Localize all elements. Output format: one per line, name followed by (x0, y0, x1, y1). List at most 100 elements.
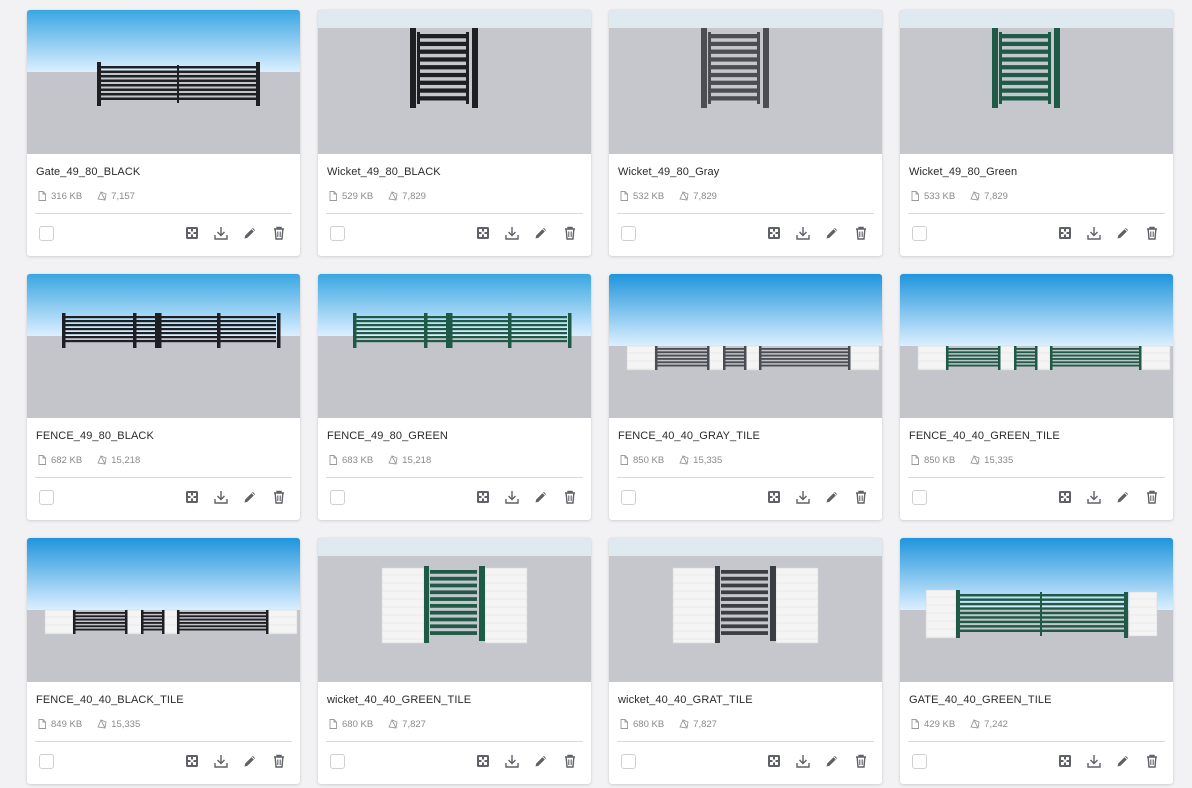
edit-pencil-icon[interactable] (241, 488, 259, 506)
select-checkbox[interactable] (39, 754, 54, 769)
card-divider (35, 741, 292, 742)
edit-pencil-icon[interactable] (823, 488, 841, 506)
model-thumbnail[interactable] (609, 274, 882, 418)
edit-pencil-icon[interactable] (241, 752, 259, 770)
model-meta: 680 KB 7,827 (618, 718, 731, 730)
select-checkbox[interactable] (330, 226, 345, 241)
trash-icon[interactable] (852, 752, 870, 770)
download-icon[interactable] (1085, 752, 1103, 770)
download-icon[interactable] (794, 224, 812, 242)
select-checkbox[interactable] (621, 226, 636, 241)
model-preview-image (27, 538, 300, 682)
model-thumbnail[interactable] (900, 10, 1173, 154)
edit-pencil-icon[interactable] (241, 224, 259, 242)
model-card[interactable]: wicket_40_40_GRAT_TILE 680 KB 7,827 (609, 538, 882, 784)
edit-pencil-icon[interactable] (532, 224, 550, 242)
file-icon (36, 454, 48, 466)
polygon-count-icon (678, 190, 690, 202)
card-divider (326, 213, 583, 214)
ar-view-icon[interactable] (765, 752, 783, 770)
download-icon[interactable] (503, 752, 521, 770)
select-checkbox[interactable] (912, 754, 927, 769)
model-meta: 532 KB 7,829 (618, 190, 731, 202)
model-thumbnail[interactable] (609, 538, 882, 682)
model-card[interactable]: FENCE_40_40_BLACK_TILE 849 KB 15,335 (27, 538, 300, 784)
ar-view-icon[interactable] (765, 488, 783, 506)
trash-icon[interactable] (852, 224, 870, 242)
trash-icon[interactable] (270, 488, 288, 506)
ar-view-icon[interactable] (1056, 488, 1074, 506)
model-thumbnail[interactable] (27, 538, 300, 682)
select-checkbox[interactable] (912, 490, 927, 505)
select-checkbox[interactable] (330, 754, 345, 769)
edit-pencil-icon[interactable] (1114, 224, 1132, 242)
polygon-count-icon (969, 718, 981, 730)
card-actions (1056, 752, 1161, 770)
trash-icon[interactable] (1143, 752, 1161, 770)
model-card[interactable]: FENCE_49_80_GREEN 683 KB 15,218 (318, 274, 591, 520)
trash-icon[interactable] (270, 224, 288, 242)
edit-pencil-icon[interactable] (1114, 488, 1132, 506)
ar-view-icon[interactable] (765, 224, 783, 242)
trash-icon[interactable] (561, 488, 579, 506)
download-icon[interactable] (1085, 488, 1103, 506)
edit-pencil-icon[interactable] (532, 488, 550, 506)
polygon-count: 7,157 (111, 190, 135, 202)
model-preview-image (27, 274, 300, 418)
model-thumbnail[interactable] (609, 10, 882, 154)
edit-pencil-icon[interactable] (823, 224, 841, 242)
card-divider (326, 741, 583, 742)
model-thumbnail[interactable] (318, 538, 591, 682)
select-checkbox[interactable] (621, 754, 636, 769)
ar-view-icon[interactable] (183, 752, 201, 770)
download-icon[interactable] (794, 488, 812, 506)
model-card[interactable]: FENCE_40_40_GRAY_TILE 850 KB 15,335 (609, 274, 882, 520)
trash-icon[interactable] (852, 488, 870, 506)
select-checkbox[interactable] (330, 490, 345, 505)
select-checkbox[interactable] (912, 226, 927, 241)
ar-view-icon[interactable] (183, 224, 201, 242)
model-thumbnail[interactable] (27, 10, 300, 154)
download-icon[interactable] (503, 488, 521, 506)
file-size: 429 KB (924, 718, 956, 730)
model-card[interactable]: Gate_49_80_BLACK 316 KB 7,157 (27, 10, 300, 256)
trash-icon[interactable] (561, 224, 579, 242)
card-actions (1056, 224, 1161, 242)
download-icon[interactable] (212, 752, 230, 770)
edit-pencil-icon[interactable] (823, 752, 841, 770)
download-icon[interactable] (1085, 224, 1103, 242)
download-icon[interactable] (503, 224, 521, 242)
download-icon[interactable] (212, 488, 230, 506)
ar-view-icon[interactable] (474, 488, 492, 506)
edit-pencil-icon[interactable] (532, 752, 550, 770)
model-card[interactable]: Wicket_49_80_Gray 532 KB 7,829 (609, 10, 882, 256)
trash-icon[interactable] (270, 752, 288, 770)
model-card[interactable]: Wicket_49_80_BLACK 529 KB 7,829 (318, 10, 591, 256)
edit-pencil-icon[interactable] (1114, 752, 1132, 770)
select-checkbox[interactable] (39, 490, 54, 505)
ar-view-icon[interactable] (1056, 224, 1074, 242)
model-thumbnail[interactable] (900, 274, 1173, 418)
model-card[interactable]: Wicket_49_80_Green 533 KB 7,829 (900, 10, 1173, 256)
select-checkbox[interactable] (621, 490, 636, 505)
download-icon[interactable] (794, 752, 812, 770)
ar-view-icon[interactable] (183, 488, 201, 506)
model-card[interactable]: FENCE_40_40_GREEN_TILE 850 KB 15,335 (900, 274, 1173, 520)
model-thumbnail[interactable] (318, 274, 591, 418)
ar-view-icon[interactable] (1056, 752, 1074, 770)
model-card[interactable]: GATE_40_40_GREEN_TILE 429 KB 7,242 (900, 538, 1173, 784)
download-icon[interactable] (212, 224, 230, 242)
trash-icon[interactable] (1143, 224, 1161, 242)
trash-icon[interactable] (1143, 488, 1161, 506)
model-thumbnail[interactable] (27, 274, 300, 418)
polygon-count-icon (96, 190, 108, 202)
model-thumbnail[interactable] (318, 10, 591, 154)
ar-view-icon[interactable] (474, 752, 492, 770)
select-checkbox[interactable] (39, 226, 54, 241)
model-thumbnail[interactable] (900, 538, 1173, 682)
ar-view-icon[interactable] (474, 224, 492, 242)
model-card[interactable]: wicket_40_40_GREEN_TILE 680 KB 7,827 (318, 538, 591, 784)
polygon-count: 7,827 (693, 718, 717, 730)
trash-icon[interactable] (561, 752, 579, 770)
model-card[interactable]: FENCE_49_80_BLACK 682 KB 15,218 (27, 274, 300, 520)
